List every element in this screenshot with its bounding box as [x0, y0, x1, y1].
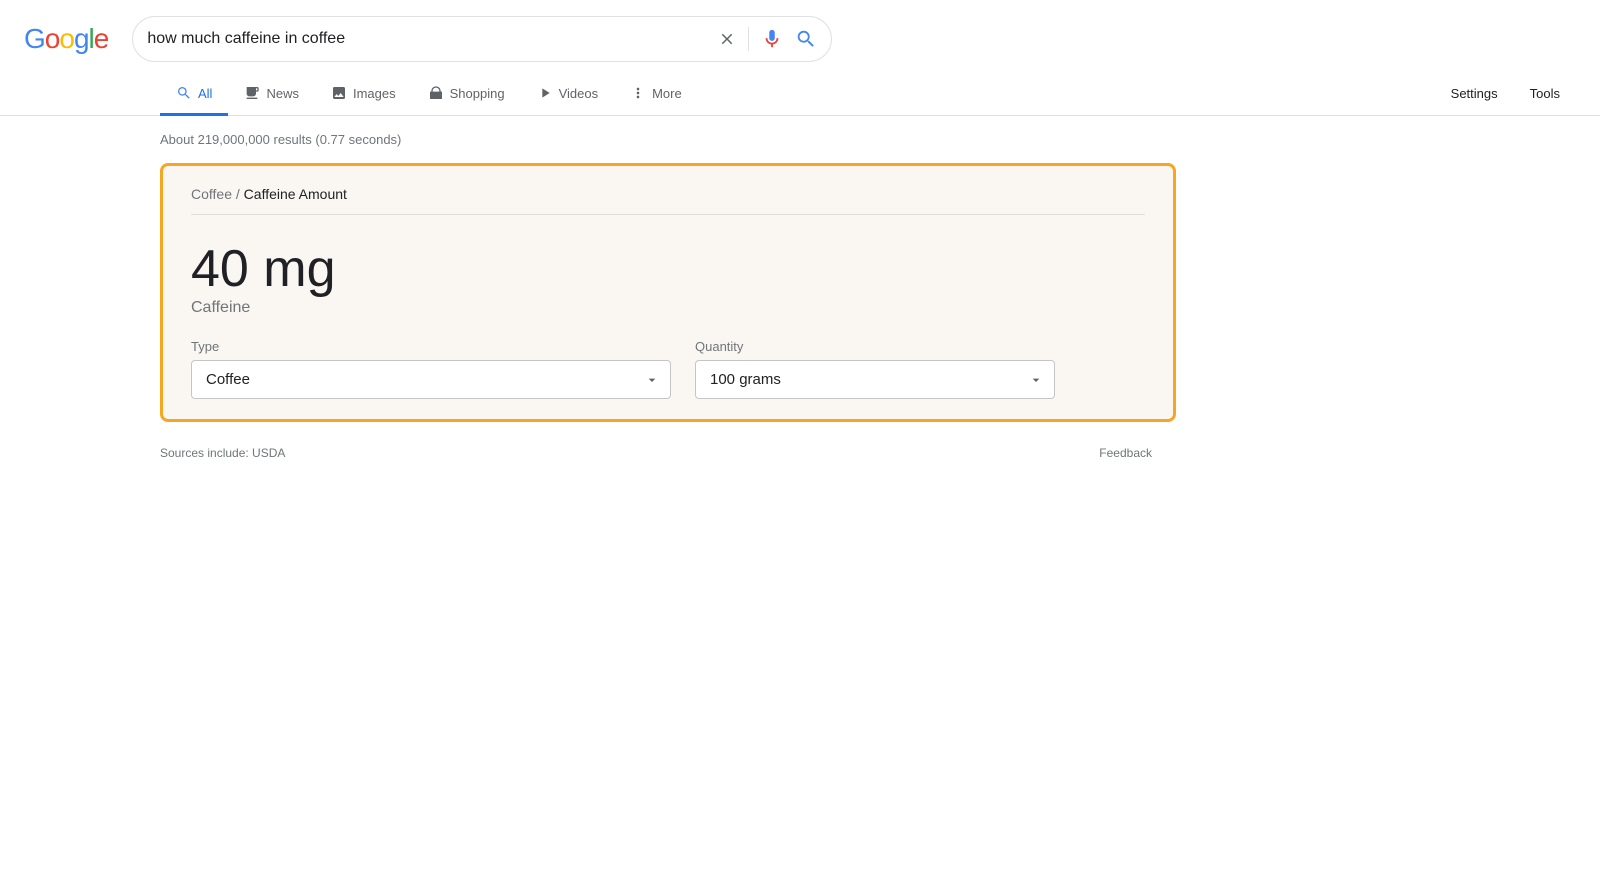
results-area: About 219,000,000 results (0.77 seconds)… — [0, 116, 1200, 438]
panel-main-label: Caffeine — [191, 299, 1145, 317]
tab-all-label: All — [198, 86, 212, 101]
type-control-group: Type Coffee Espresso Decaf Coffee Instan… — [191, 339, 671, 399]
type-select[interactable]: Coffee Espresso Decaf Coffee Instant Cof… — [191, 360, 671, 399]
knowledge-panel: Coffee / Caffeine Amount 40 mg Caffeine … — [160, 163, 1176, 422]
more-icon — [630, 85, 646, 101]
breadcrumb-current: Caffeine Amount — [244, 186, 347, 202]
logo-g: G — [24, 23, 45, 55]
search-bar — [132, 16, 832, 62]
header: Google — [0, 0, 1600, 72]
tools-label: Tools — [1530, 86, 1560, 101]
close-icon — [718, 30, 736, 48]
tab-shopping-label: Shopping — [450, 86, 505, 101]
news-icon — [244, 85, 260, 101]
breadcrumb-link[interactable]: Coffee — [191, 186, 232, 202]
tab-shopping[interactable]: Shopping — [412, 73, 521, 116]
quantity-select[interactable]: 100 grams 1 cup (8 fl oz) 1 oz 1 tbsp — [695, 360, 1055, 399]
tab-all[interactable]: All — [160, 73, 228, 116]
tab-settings[interactable]: Settings — [1435, 74, 1514, 116]
search-divider — [748, 27, 749, 51]
logo-e: e — [94, 23, 109, 55]
tab-more[interactable]: More — [614, 73, 698, 116]
footer-row: Sources include: USDA Feedback — [0, 438, 1200, 468]
feedback-link[interactable]: Feedback — [1099, 446, 1176, 460]
images-icon — [331, 85, 347, 101]
mic-icon — [761, 28, 783, 50]
search-bar-wrapper — [132, 16, 832, 62]
tab-more-label: More — [652, 86, 682, 101]
search-input[interactable] — [147, 30, 710, 48]
tab-news[interactable]: News — [228, 73, 315, 116]
breadcrumb-separator: / — [236, 186, 244, 202]
tab-images[interactable]: Images — [315, 73, 412, 116]
nav-tabs: All News Images Shopping Videos More Set… — [0, 72, 1600, 116]
search-tab-icon — [176, 85, 192, 101]
settings-label: Settings — [1451, 86, 1498, 101]
tab-tools[interactable]: Tools — [1514, 74, 1576, 116]
tab-news-label: News — [266, 86, 299, 101]
clear-button[interactable] — [718, 30, 736, 48]
sources-text: Sources include: USDA — [160, 446, 285, 460]
search-bar-icons — [718, 27, 817, 51]
quantity-label: Quantity — [695, 339, 1055, 354]
type-label: Type — [191, 339, 671, 354]
logo-g2: g — [74, 23, 89, 55]
logo-o2: o — [59, 23, 74, 55]
tab-videos[interactable]: Videos — [521, 73, 615, 116]
quantity-control-group: Quantity 100 grams 1 cup (8 fl oz) 1 oz … — [695, 339, 1055, 399]
panel-breadcrumb: Coffee / Caffeine Amount — [191, 186, 1145, 215]
panel-main-value: 40 mg — [191, 243, 1145, 295]
search-button[interactable] — [795, 28, 817, 50]
tab-images-label: Images — [353, 86, 396, 101]
search-icon — [795, 28, 817, 50]
voice-search-button[interactable] — [761, 28, 783, 50]
logo-o1: o — [45, 23, 60, 55]
google-logo[interactable]: Google — [24, 23, 108, 55]
panel-controls: Type Coffee Espresso Decaf Coffee Instan… — [191, 339, 1145, 399]
tab-videos-label: Videos — [559, 86, 599, 101]
result-count: About 219,000,000 results (0.77 seconds) — [160, 132, 1176, 147]
videos-icon — [537, 85, 553, 101]
shopping-icon — [428, 85, 444, 101]
